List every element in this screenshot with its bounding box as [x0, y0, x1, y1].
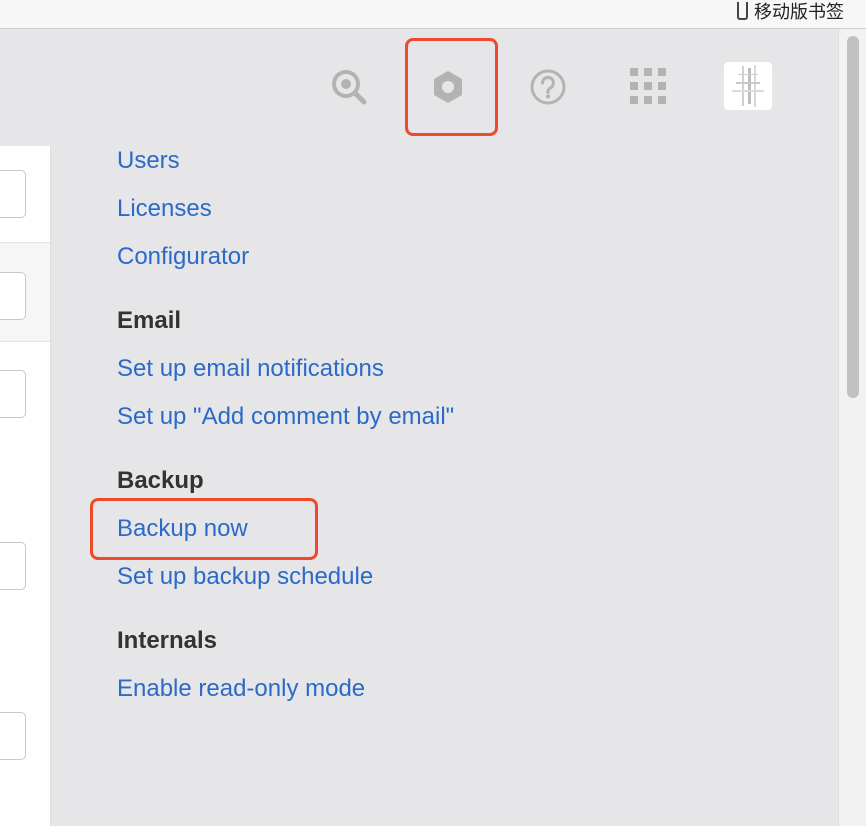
left-panel-control[interactable] [0, 542, 26, 590]
menu-link-licenses[interactable]: Licenses [117, 194, 212, 224]
menu-link-read-only-mode[interactable]: Enable read-only mode [117, 674, 365, 704]
section-heading-backup: Backup [117, 467, 204, 494]
left-panel-control[interactable] [0, 272, 26, 320]
browser-bookmarks-bar: 移动版书签 [0, 0, 866, 29]
help-icon [530, 69, 566, 105]
app-grid-icon [630, 68, 666, 104]
search-icon [332, 70, 367, 105]
settings-button[interactable] [428, 66, 468, 108]
left-panel-control[interactable] [0, 370, 26, 418]
left-panel-control[interactable] [0, 170, 26, 218]
phone-icon [737, 2, 748, 20]
menu-link-email-notifications[interactable]: Set up email notifications [117, 354, 384, 384]
left-panel-control[interactable] [0, 712, 26, 760]
menu-link-comment-by-email[interactable]: Set up "Add comment by email" [117, 402, 454, 432]
apps-button[interactable] [628, 66, 668, 106]
avatar[interactable] [724, 62, 772, 110]
menu-link-users[interactable]: Users [117, 146, 180, 176]
menu-link-backup-now[interactable]: Backup now [117, 514, 248, 544]
menu-link-backup-schedule[interactable]: Set up backup schedule [117, 562, 373, 592]
menu-link-configurator[interactable]: Configurator [117, 242, 249, 272]
help-button[interactable] [528, 66, 568, 108]
scrollbar-thumb[interactable] [847, 36, 859, 398]
section-heading-internals: Internals [117, 627, 218, 654]
bookmark-mobile[interactable]: 移动版书签 [737, 0, 844, 22]
gear-icon [434, 71, 462, 103]
left-panel [0, 146, 51, 826]
search-button[interactable] [328, 66, 368, 106]
avatar-image [732, 65, 764, 107]
bookmark-label: 移动版书签 [754, 2, 844, 22]
scrollbar[interactable] [838, 29, 866, 826]
section-heading-email: Email [117, 307, 182, 334]
